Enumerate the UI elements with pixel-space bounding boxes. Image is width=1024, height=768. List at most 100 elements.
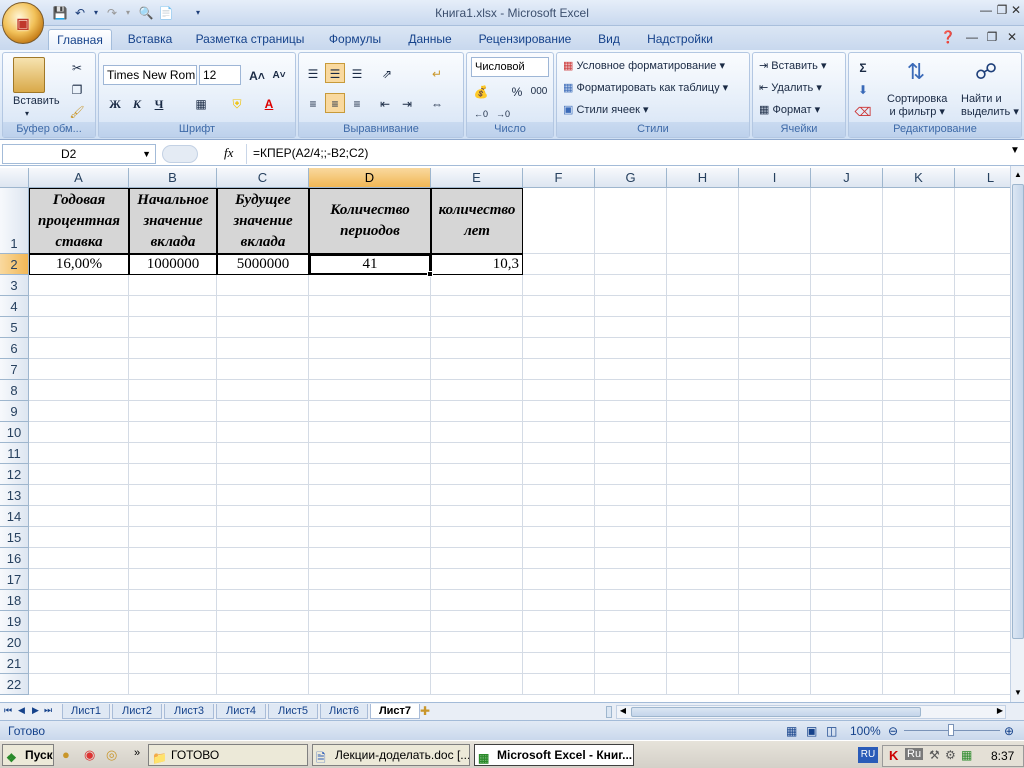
column-header-e[interactable]: E (431, 168, 523, 188)
cell-f20[interactable] (523, 632, 595, 653)
horizontal-scrollbar[interactable]: ◀ ▶ (616, 705, 1006, 719)
insert-cells-button[interactable]: ⇥ Вставить ▾ (759, 59, 827, 72)
column-header-g[interactable]: G (595, 168, 667, 188)
cell-l17[interactable] (955, 569, 1010, 590)
cell-k10[interactable] (883, 422, 955, 443)
row-header-13[interactable]: 13 (0, 485, 29, 506)
cell-e8[interactable] (431, 380, 523, 401)
row-header-9[interactable]: 9 (0, 401, 29, 422)
cell-a19[interactable] (29, 611, 129, 632)
cell-c5[interactable] (217, 317, 309, 338)
cell-k15[interactable] (883, 527, 955, 548)
column-header-c[interactable]: C (217, 168, 309, 188)
font-size-select[interactable]: 12 (199, 65, 241, 85)
cell-d10[interactable] (309, 422, 431, 443)
cell-j11[interactable] (811, 443, 883, 464)
cell-k18[interactable] (883, 590, 955, 611)
cell-k1[interactable] (883, 188, 955, 254)
cell-f10[interactable] (523, 422, 595, 443)
column-header-k[interactable]: K (883, 168, 955, 188)
cell-j14[interactable] (811, 506, 883, 527)
cell-l3[interactable] (955, 275, 1010, 296)
cell-f16[interactable] (523, 548, 595, 569)
cell-g4[interactable] (595, 296, 667, 317)
cell-l8[interactable] (955, 380, 1010, 401)
cell-e5[interactable] (431, 317, 523, 338)
column-header-d[interactable]: D (309, 168, 431, 188)
cell-h9[interactable] (667, 401, 739, 422)
column-header-l[interactable]: L (955, 168, 1010, 188)
cell-b21[interactable] (129, 653, 217, 674)
cell-b22[interactable] (129, 674, 217, 695)
row-header-7[interactable]: 7 (0, 359, 29, 380)
cell-k6[interactable] (883, 338, 955, 359)
paste-dropdown-icon[interactable]: ▾ (25, 109, 29, 118)
cell-styles-button[interactable]: ▣ Стили ячеек ▾ (563, 103, 649, 116)
cell-i2[interactable] (739, 254, 811, 275)
cell-h2[interactable] (667, 254, 739, 275)
tab-review[interactable]: Рецензирование (472, 29, 578, 50)
cell-e3[interactable] (431, 275, 523, 296)
column-header-i[interactable]: I (739, 168, 811, 188)
cell-g7[interactable] (595, 359, 667, 380)
cell-f2[interactable] (523, 254, 595, 275)
cell-b20[interactable] (129, 632, 217, 653)
decrease-decimal-icon[interactable]: →0 (493, 103, 513, 123)
cell-i3[interactable] (739, 275, 811, 296)
cell-c20[interactable] (217, 632, 309, 653)
cell-d18[interactable] (309, 590, 431, 611)
cell-e17[interactable] (431, 569, 523, 590)
cell-d19[interactable] (309, 611, 431, 632)
cell-c4[interactable] (217, 296, 309, 317)
cell-h16[interactable] (667, 548, 739, 569)
cell-i1[interactable] (739, 188, 811, 254)
cell-l13[interactable] (955, 485, 1010, 506)
cell-i11[interactable] (739, 443, 811, 464)
cell-l7[interactable] (955, 359, 1010, 380)
page-break-view-icon[interactable]: ◫ (826, 724, 837, 738)
align-left-icon[interactable]: ≡ (303, 93, 323, 113)
row-header-12[interactable]: 12 (0, 464, 29, 485)
cell-a5[interactable] (29, 317, 129, 338)
cell-d7[interactable] (309, 359, 431, 380)
table-header-c[interactable]: Будущее значение вклада (217, 188, 309, 254)
cell-e10[interactable] (431, 422, 523, 443)
minimize-icon[interactable]: — (978, 3, 994, 17)
cell-h5[interactable] (667, 317, 739, 338)
increase-decimal-icon[interactable]: ←0 (471, 103, 491, 123)
clear-icon[interactable]: ⌫ (853, 101, 873, 121)
cell-g5[interactable] (595, 317, 667, 338)
row-header-19[interactable]: 19 (0, 611, 29, 632)
cell-i13[interactable] (739, 485, 811, 506)
cell-f15[interactable] (523, 527, 595, 548)
sort-filter-button[interactable]: Сортировка и фильтр ▾ (887, 93, 947, 118)
cell-g13[interactable] (595, 485, 667, 506)
cut-icon[interactable]: ✂ (67, 57, 87, 77)
percent-button[interactable]: % (507, 81, 527, 101)
row-header-17[interactable]: 17 (0, 569, 29, 590)
row-header-16[interactable]: 16 (0, 548, 29, 569)
cell-c2[interactable]: 5000000 (217, 254, 309, 275)
cell-a12[interactable] (29, 464, 129, 485)
paste-icon[interactable] (13, 57, 45, 93)
close-icon[interactable]: ✕ (1008, 3, 1024, 17)
formula-input[interactable]: =КПЕР(A2/4;;-B2;C2) (246, 144, 1008, 164)
taskbar-button-excel[interactable]: ▦ Microsoft Excel - Книг... (474, 744, 634, 766)
tab-insert[interactable]: Вставка (118, 29, 182, 50)
cell-l18[interactable] (955, 590, 1010, 611)
align-bottom-icon[interactable]: ☰ (347, 63, 367, 83)
cell-j4[interactable] (811, 296, 883, 317)
cell-d4[interactable] (309, 296, 431, 317)
insert-function-button[interactable]: fx (224, 145, 233, 161)
kaspersky-icon[interactable]: K (889, 748, 898, 763)
decrease-indent-icon[interactable]: ⇤ (375, 93, 395, 113)
cell-l16[interactable] (955, 548, 1010, 569)
cell-h14[interactable] (667, 506, 739, 527)
cell-b19[interactable] (129, 611, 217, 632)
cell-k2[interactable] (883, 254, 955, 275)
cell-l2[interactable] (955, 254, 1010, 275)
insert-sheet-icon[interactable]: ✚ (420, 704, 430, 718)
cell-j15[interactable] (811, 527, 883, 548)
cell-a14[interactable] (29, 506, 129, 527)
cell-h18[interactable] (667, 590, 739, 611)
